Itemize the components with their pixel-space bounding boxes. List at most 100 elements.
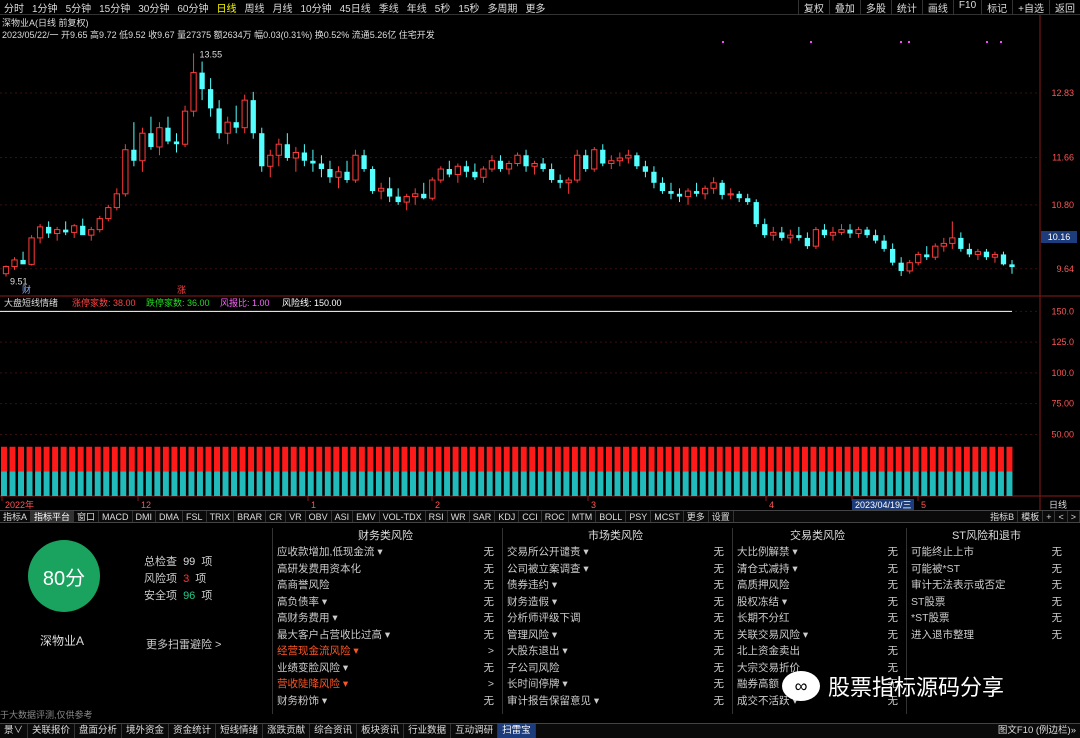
toolbar-button[interactable]: 复权 xyxy=(797,0,829,15)
risk-row[interactable]: 可能终止上市 无 xyxy=(907,544,1066,561)
risk-row[interactable]: 进入退市整理 无 xyxy=(907,627,1066,644)
risk-row[interactable]: 交易所公开谴责 ▾ 无 xyxy=(503,544,728,561)
indicator-tab[interactable]: WR xyxy=(448,511,470,522)
indicator-tab[interactable]: BOLL xyxy=(596,511,627,522)
indicator-tab[interactable]: MACD xyxy=(99,511,133,522)
period-tab[interactable]: 15秒 xyxy=(454,0,483,15)
indicator-tab[interactable]: 设置 xyxy=(709,511,734,522)
risk-row[interactable]: 高研发费用资本化 无 xyxy=(273,561,498,578)
indicator-tab[interactable]: VR xyxy=(286,511,306,522)
indicator-tab[interactable]: SAR xyxy=(470,511,496,522)
risk-row[interactable]: 高商誉风险 无 xyxy=(273,577,498,594)
indicator-tab[interactable]: 窗口 xyxy=(74,511,100,522)
f10-sidebar-button[interactable]: 图文F10 (例边栏)» xyxy=(994,724,1080,738)
risk-row[interactable]: 经营现金流风险 ▾ > xyxy=(273,643,498,660)
indicator-tab[interactable]: 更多 xyxy=(684,511,709,522)
risk-row[interactable]: 审计报告保留意见 ▾ 无 xyxy=(503,693,728,710)
risk-row[interactable]: 关联交易风险 ▾ 无 xyxy=(733,627,902,644)
risk-row[interactable]: 北上资金卖出 无 xyxy=(733,643,902,660)
period-tab[interactable]: 10分钟 xyxy=(297,0,336,15)
risk-row[interactable]: 高财务费用 ▾ 无 xyxy=(273,610,498,627)
indicator-tab-control[interactable]: > xyxy=(1068,511,1080,522)
risk-row[interactable]: 债券违约 ▾ 无 xyxy=(503,577,728,594)
risk-row[interactable]: 可能被*ST 无 xyxy=(907,561,1066,578)
status-tab[interactable]: 关联报价 xyxy=(28,724,76,738)
risk-row[interactable]: 股权冻结 ▾ 无 xyxy=(733,594,902,611)
risk-row[interactable]: 最大客户占营收比过高 ▾ 无 xyxy=(273,627,498,644)
risk-row[interactable]: 大比例解禁 ▾ 无 xyxy=(733,544,902,561)
indicator-tab-control[interactable]: + xyxy=(1043,511,1056,522)
status-tab[interactable]: 互动调研 xyxy=(451,724,499,738)
toolbar-button[interactable]: 标记 xyxy=(981,0,1012,15)
period-tab[interactable]: 多周期 xyxy=(483,0,521,15)
status-tab[interactable]: 境外资金 xyxy=(122,724,170,738)
risk-row[interactable]: 财务造假 ▾ 无 xyxy=(503,594,728,611)
toolbar-button[interactable]: 画线 xyxy=(921,0,953,15)
period-tab[interactable]: 5秒 xyxy=(431,0,455,15)
status-tab[interactable]: 板块资讯 xyxy=(357,724,405,738)
risk-row[interactable]: 财务粉饰 ▾ 无 xyxy=(273,693,498,710)
period-tab[interactable]: 5分钟 xyxy=(62,0,96,15)
risk-row[interactable]: ST股票 无 xyxy=(907,594,1066,611)
indicator-tab[interactable]: KDJ xyxy=(495,511,520,522)
indicator-tab-control[interactable]: < xyxy=(1055,511,1068,522)
indicator-tab[interactable]: BRAR xyxy=(234,511,267,522)
toolbar-button[interactable]: 统计 xyxy=(890,0,922,15)
toolbar-button[interactable]: F10 xyxy=(952,0,981,15)
indicator-tab[interactable]: CR xyxy=(266,511,287,522)
indicator-tab[interactable]: EMV xyxy=(353,511,380,522)
risk-row[interactable]: 审计无法表示或否定 无 xyxy=(907,577,1066,594)
indicator-tab[interactable]: OBV xyxy=(306,511,332,522)
risk-row[interactable]: 清仓式减持 ▾ 无 xyxy=(733,561,902,578)
period-tab[interactable]: 年线 xyxy=(403,0,431,15)
period-tab[interactable]: 1分钟 xyxy=(28,0,62,15)
indicator-tab[interactable]: DMI xyxy=(133,511,157,522)
indicator-tab[interactable]: CCI xyxy=(519,511,542,522)
indicator-tab[interactable]: RSI xyxy=(426,511,448,522)
status-tab[interactable]: 资金统计 xyxy=(169,724,217,738)
status-tab[interactable]: 盘面分析 xyxy=(75,724,123,738)
indicator-tab[interactable]: 指标平台 xyxy=(31,511,75,522)
indicator-tab[interactable]: TRIX xyxy=(207,511,235,522)
status-tab[interactable]: 行业数据 xyxy=(404,724,452,738)
risk-row[interactable]: 分析师评级下调 无 xyxy=(503,610,728,627)
period-tab[interactable]: 更多 xyxy=(521,0,549,15)
risk-row[interactable]: *ST股票 无 xyxy=(907,610,1066,627)
indicator-tab[interactable]: ROC xyxy=(542,511,569,522)
period-tab[interactable]: 30分钟 xyxy=(134,0,173,15)
indicator-tab[interactable]: 指标A xyxy=(0,511,32,522)
period-tab[interactable]: 周线 xyxy=(241,0,269,15)
risk-row[interactable]: 高质押风险 无 xyxy=(733,577,902,594)
risk-row[interactable]: 长期不分红 无 xyxy=(733,610,902,627)
period-tab[interactable]: 45日线 xyxy=(336,0,375,15)
risk-row[interactable]: 大股东退出 ▾ 无 xyxy=(503,643,728,660)
risk-row[interactable]: 营收陡降风险 ▾ > xyxy=(273,676,498,693)
indicator-tab[interactable]: MTM xyxy=(569,511,597,522)
period-tab[interactable]: 日线 xyxy=(213,0,241,15)
risk-row[interactable]: 长时间停牌 ▾ 无 xyxy=(503,676,728,693)
period-tab[interactable]: 分时 xyxy=(0,0,28,15)
status-tab[interactable]: 景∨ xyxy=(0,724,29,738)
indicator-tab[interactable]: FSL xyxy=(183,511,207,522)
risk-row[interactable]: 子公司风险 无 xyxy=(503,660,728,677)
toolbar-button[interactable]: +自选 xyxy=(1012,0,1049,15)
indicator-tab[interactable]: VOL-TDX xyxy=(380,511,426,522)
indicator-tab[interactable]: PSY xyxy=(626,511,652,522)
status-tab[interactable]: 综合资讯 xyxy=(310,724,358,738)
status-tab[interactable]: 扫雷宝 xyxy=(498,724,536,738)
toolbar-button[interactable]: 返回 xyxy=(1049,0,1080,15)
toolbar-button[interactable]: 多股 xyxy=(859,0,891,15)
period-tab[interactable]: 月线 xyxy=(269,0,297,15)
period-tab[interactable]: 季线 xyxy=(375,0,403,15)
kline-chart[interactable]: 12.8311.6610.809.6410.1613.559.51财 涨大盘短线情… xyxy=(0,15,1080,510)
indicator-tab[interactable]: MCST xyxy=(651,511,684,522)
risk-row[interactable]: 高负债率 ▾ 无 xyxy=(273,594,498,611)
risk-row[interactable]: 业绩变脸风险 ▾ 无 xyxy=(273,660,498,677)
indicator-tab-control[interactable]: 模板 xyxy=(1018,511,1044,522)
more-scan-link[interactable]: 更多扫雷避险 > xyxy=(146,636,221,652)
period-tab[interactable]: 60分钟 xyxy=(173,0,212,15)
indicator-tab-control[interactable]: 指标B xyxy=(987,511,1019,522)
status-tab[interactable]: 涨跌贡献 xyxy=(263,724,311,738)
status-tab[interactable]: 短线情绪 xyxy=(216,724,264,738)
period-tab[interactable]: 15分钟 xyxy=(95,0,134,15)
